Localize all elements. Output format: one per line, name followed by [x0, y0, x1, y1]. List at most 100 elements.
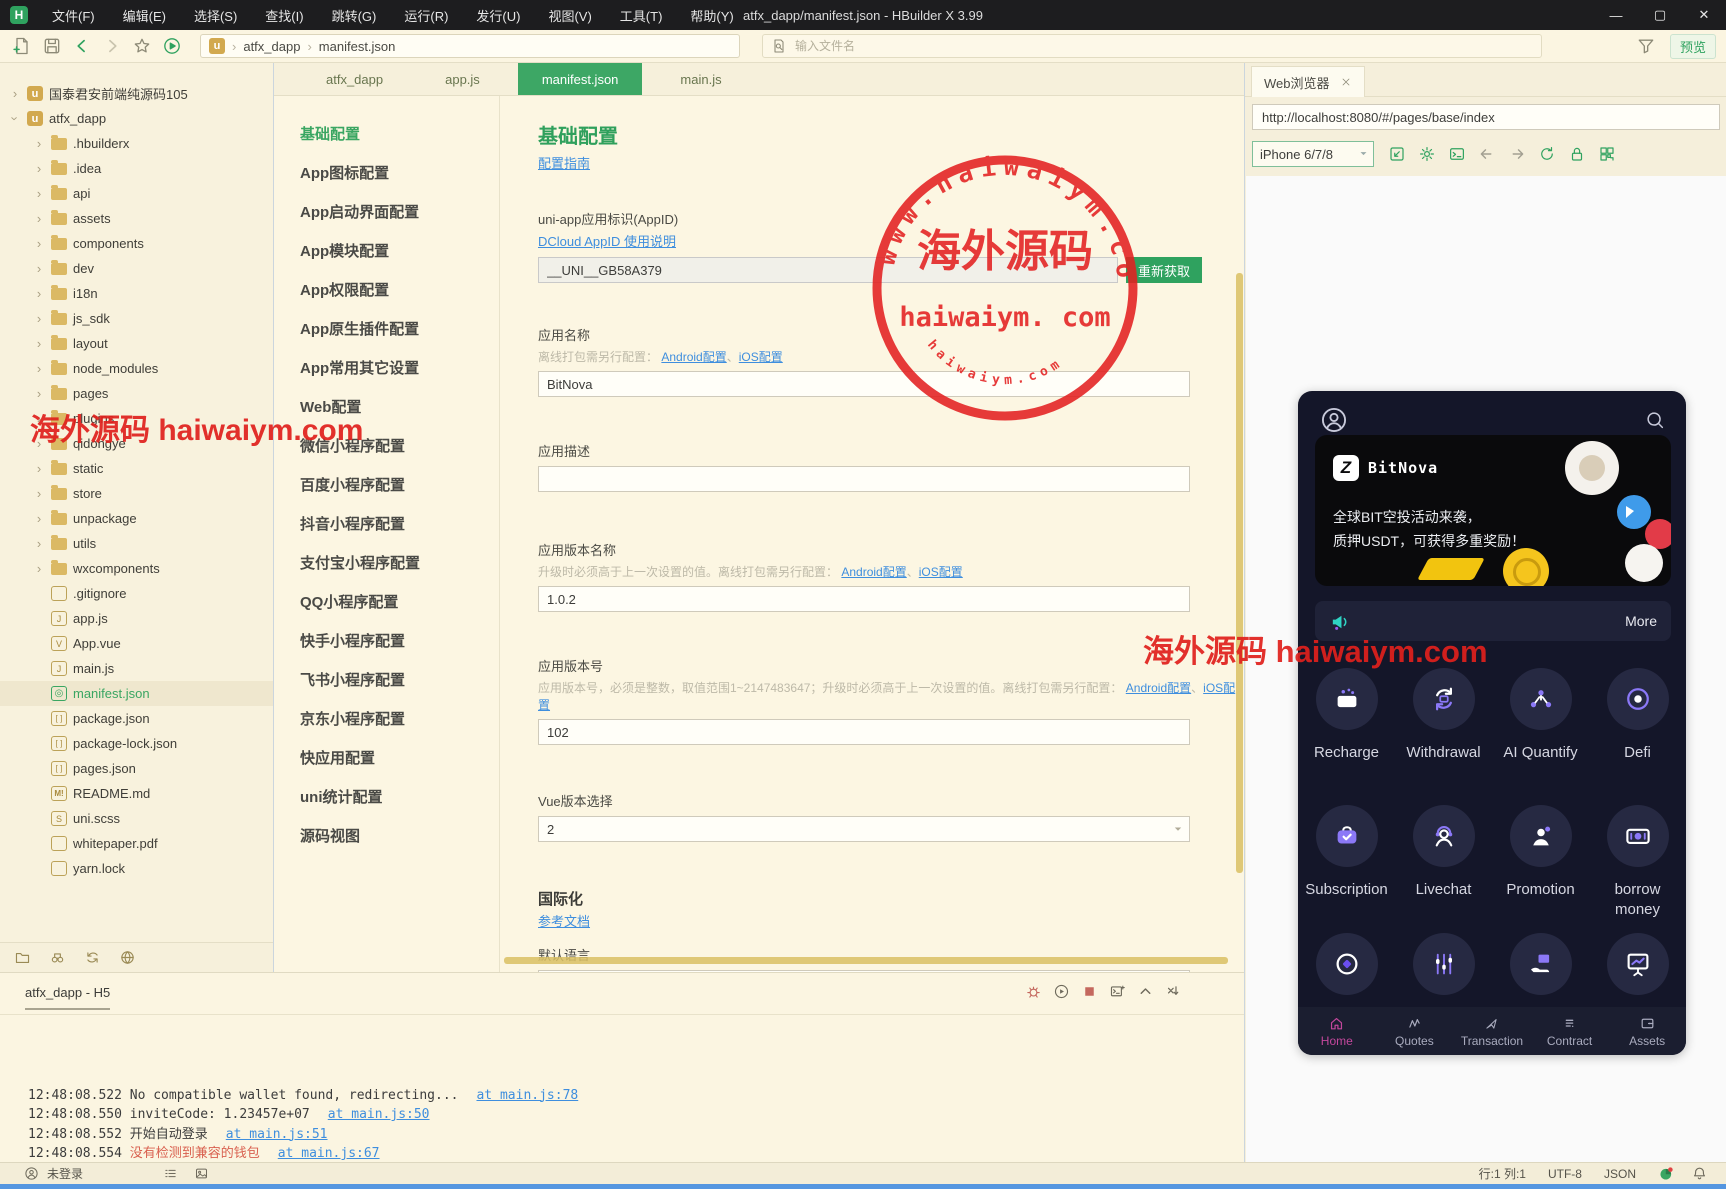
menu-item[interactable]: 视图(V)	[536, 2, 603, 29]
search-icon[interactable]	[1644, 409, 1666, 431]
phone-tab[interactable]: Assets	[1608, 1007, 1686, 1055]
config-nav-item[interactable]: Web配置	[300, 396, 499, 435]
browser-tool-icon[interactable]	[1478, 145, 1496, 163]
android-config-link[interactable]: Android配置	[1126, 681, 1191, 695]
chevron-icon[interactable]: ›	[33, 261, 45, 276]
feature-item[interactable]: Defi	[1589, 668, 1686, 763]
config-nav-item[interactable]: App常用其它设置	[300, 357, 499, 396]
breadcrumb[interactable]: u › atfx_dapp › manifest.json	[200, 34, 740, 58]
console-tool-icon[interactable]	[1081, 983, 1098, 1000]
ios-config-link[interactable]: iOS配置	[739, 350, 783, 364]
feature-item[interactable]: borrow money	[1589, 805, 1686, 921]
config-nav-item[interactable]: 百度小程序配置	[300, 474, 499, 513]
tree-item[interactable]: App.vue	[0, 631, 273, 656]
console-tool-icon[interactable]	[1109, 983, 1126, 1000]
phone-tab[interactable]: Home	[1298, 1007, 1376, 1055]
app-name-input[interactable]	[538, 371, 1190, 397]
more-link[interactable]: More	[1625, 613, 1657, 629]
console-tool-icon[interactable]	[1137, 983, 1154, 1000]
feature-item[interactable]	[1492, 933, 1589, 1008]
version-code-input[interactable]	[538, 719, 1190, 745]
config-nav-item[interactable]: 飞书小程序配置	[300, 669, 499, 708]
ios-config-link[interactable]: iOS配置	[919, 565, 963, 579]
feature-item[interactable]	[1589, 933, 1686, 1008]
config-nav-item[interactable]: 快应用配置	[300, 747, 499, 786]
tree-item[interactable]: › store	[0, 481, 273, 506]
source-link[interactable]: at main.js:50	[328, 1107, 430, 1122]
toolbar-icon[interactable]	[12, 36, 32, 56]
breadcrumb-project[interactable]: atfx_dapp	[243, 39, 300, 54]
breadcrumb-file[interactable]: manifest.json	[319, 39, 396, 54]
source-link[interactable]: at main.js:78	[476, 1088, 578, 1103]
menu-item[interactable]: 运行(R)	[392, 2, 460, 29]
toolbar-icon[interactable]	[162, 36, 182, 56]
tree-item[interactable]: › components	[0, 231, 273, 256]
source-link[interactable]: at main.js:67	[278, 1146, 380, 1161]
tree-item[interactable]: README.md	[0, 781, 273, 806]
reacquire-appid-button[interactable]: 重新获取	[1126, 257, 1203, 283]
config-nav-item[interactable]: App模块配置	[300, 240, 499, 279]
filter-funnel-icon[interactable]	[1636, 36, 1656, 56]
chevron-icon[interactable]: ›	[33, 211, 45, 226]
chevron-icon[interactable]: ›	[33, 161, 45, 176]
menu-item[interactable]: 发行(U)	[464, 2, 532, 29]
notice-bar[interactable]: More	[1315, 601, 1671, 641]
explorer-tool-icon[interactable]	[84, 949, 101, 966]
explorer-tool-icon[interactable]	[49, 949, 66, 966]
tree-item[interactable]: › plugins	[0, 406, 273, 431]
browser-tool-icon[interactable]	[1388, 145, 1406, 163]
config-nav-item[interactable]: App权限配置	[300, 279, 499, 318]
toolbar-icon[interactable]	[42, 36, 62, 56]
tree-item[interactable]: › .hbuilderx	[0, 131, 273, 156]
i18n-doc-link[interactable]: 参考文档	[538, 914, 590, 929]
chevron-icon[interactable]: ›	[33, 461, 45, 476]
version-name-input[interactable]	[538, 586, 1190, 612]
list-icon[interactable]	[163, 1166, 178, 1181]
tree-item[interactable]: › 国泰君安前端纯源码105	[0, 81, 273, 106]
chevron-icon[interactable]: ›	[33, 386, 45, 401]
tree-item[interactable]: › js_sdk	[0, 306, 273, 331]
config-nav-item[interactable]: QQ小程序配置	[300, 591, 499, 630]
config-nav-item[interactable]: 基础配置	[300, 123, 499, 162]
file-search-input[interactable]	[795, 39, 1533, 53]
config-nav-item[interactable]: 抖音小程序配置	[300, 513, 499, 552]
editor-tab[interactable]: atfx_dapp	[302, 63, 407, 95]
explorer-tool-icon[interactable]	[119, 949, 136, 966]
menu-item[interactable]: 帮助(Y)	[678, 2, 745, 29]
chevron-icon[interactable]: ›	[33, 186, 45, 201]
editor-tab[interactable]: app.js	[421, 63, 504, 95]
promo-banner[interactable]: Z BitNova 全球BIT空投活动来袭， 质押USDT，可获得多重奖励！	[1315, 435, 1671, 586]
console-tool-icon[interactable]	[1165, 983, 1182, 1000]
feature-item[interactable]	[1395, 933, 1492, 1008]
tree-item[interactable]: › utils	[0, 531, 273, 556]
config-nav-item[interactable]: 快手小程序配置	[300, 630, 499, 669]
chevron-icon[interactable]: ›	[33, 561, 45, 576]
browser-tool-icon[interactable]	[1508, 145, 1526, 163]
config-nav-item[interactable]: 源码视图	[300, 825, 499, 864]
minimize-button[interactable]: —	[1594, 0, 1638, 30]
config-nav-item[interactable]: 微信小程序配置	[300, 435, 499, 474]
cursor-position[interactable]: 行:1 列:1	[1479, 1165, 1526, 1182]
editor-horizontal-scrollbar[interactable]	[504, 957, 1228, 964]
tree-item[interactable]: › assets	[0, 206, 273, 231]
chevron-icon[interactable]: ›	[33, 286, 45, 301]
chevron-icon[interactable]: ›	[9, 86, 21, 101]
dcloud-appid-doc-link[interactable]: DCloud AppID 使用说明	[538, 234, 676, 249]
console-tool-icon[interactable]	[1053, 983, 1070, 1000]
maximize-button[interactable]: ▢	[1638, 0, 1682, 30]
menu-item[interactable]: 查找(I)	[253, 2, 315, 29]
explorer-tool-icon[interactable]	[14, 949, 31, 966]
android-config-link[interactable]: Android配置	[661, 350, 726, 364]
tree-item[interactable]: yarn.lock	[0, 856, 273, 881]
feature-item[interactable]: AI Quantify	[1492, 668, 1589, 763]
feature-item[interactable]: Recharge	[1298, 668, 1395, 763]
chevron-icon[interactable]: ›	[33, 436, 45, 451]
tree-item[interactable]: uni.scss	[0, 806, 273, 831]
account-icon[interactable]	[24, 1166, 39, 1181]
feature-item[interactable]: Subscription	[1298, 805, 1395, 921]
vue-version-select[interactable]: 2	[538, 816, 1190, 842]
browser-tab[interactable]: Web浏览器	[1251, 66, 1365, 97]
console-tool-icon[interactable]	[1025, 983, 1042, 1000]
chevron-icon[interactable]: ›	[33, 411, 45, 426]
toolbar-icon[interactable]	[102, 36, 122, 56]
